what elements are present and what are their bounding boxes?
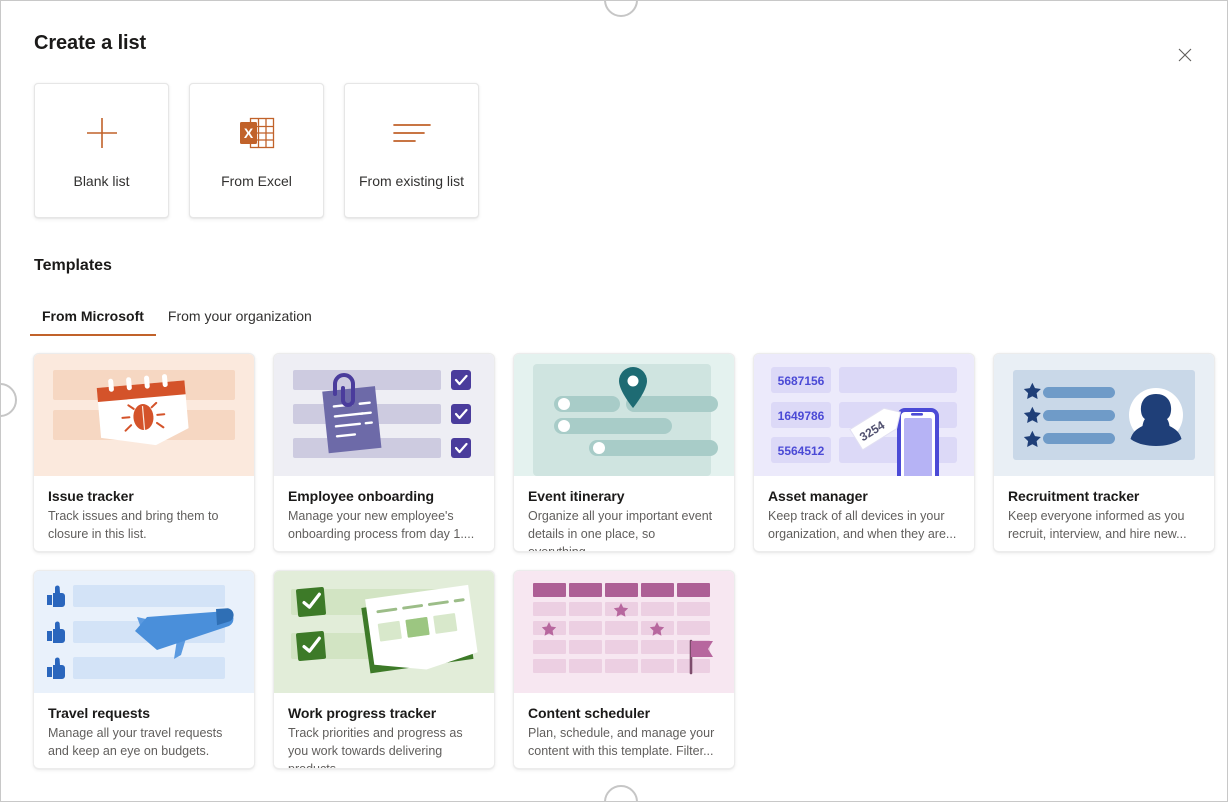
plus-icon bbox=[81, 113, 123, 153]
card-description: Track priorities and progress as you wor… bbox=[288, 726, 463, 769]
tab-from-your-organization[interactable]: From your organization bbox=[156, 304, 324, 336]
card-description: Plan, schedule, and manage your content … bbox=[528, 726, 715, 758]
asset-manager-illustration: 5687156 1649786 5564512 3254 bbox=[754, 354, 974, 476]
card-description: Manage all your travel requests and keep… bbox=[48, 726, 223, 758]
card-title: Issue tracker bbox=[48, 488, 134, 504]
template-card-travel-requests[interactable]: Travel requests Manage all your travel r… bbox=[33, 570, 255, 769]
asset-id-2: 1649786 bbox=[778, 409, 825, 423]
create-option-label: Blank list bbox=[73, 172, 130, 189]
asset-id-1: 5687156 bbox=[778, 374, 825, 388]
card-body: Employee onboarding Manage your new empl… bbox=[274, 476, 494, 551]
card-body: Issue tracker Track issues and bring the… bbox=[34, 476, 254, 551]
tab-label: From your organization bbox=[167, 308, 312, 324]
card-title: Recruitment tracker bbox=[1008, 488, 1140, 504]
card-description: Keep everyone informed as you recruit, i… bbox=[1008, 509, 1187, 541]
card-title: Work progress tracker bbox=[288, 705, 437, 721]
card-body: Recruitment tracker Keep everyone inform… bbox=[994, 476, 1214, 551]
list-lines-icon bbox=[390, 113, 434, 153]
page-title: Create a list bbox=[34, 32, 147, 54]
card-title: Employee onboarding bbox=[288, 488, 435, 504]
asset-id-3: 5564512 bbox=[778, 444, 825, 458]
create-option-label: From existing list bbox=[358, 172, 465, 189]
card-description: Keep track of all devices in your organi… bbox=[768, 509, 957, 541]
content-scheduler-illustration bbox=[514, 571, 734, 693]
card-body: Content scheduler Plan, schedule, and ma… bbox=[514, 693, 734, 768]
create-option-from-existing-list[interactable]: From existing list bbox=[344, 83, 479, 218]
card-body: Work progress tracker Track priorities a… bbox=[274, 693, 494, 769]
card-title: Content scheduler bbox=[528, 705, 651, 721]
employee-onboarding-illustration bbox=[274, 354, 494, 476]
event-itinerary-illustration bbox=[514, 354, 734, 476]
issue-tracker-illustration bbox=[34, 354, 254, 476]
create-option-blank-list[interactable]: Blank list bbox=[34, 83, 169, 218]
template-cards-grid: Issue tracker Track issues and bring the… bbox=[33, 353, 1215, 769]
excel-icon: X bbox=[237, 113, 277, 153]
create-option-label: From Excel bbox=[221, 172, 292, 189]
close-icon bbox=[1177, 47, 1193, 63]
template-card-content-scheduler[interactable]: Content scheduler Plan, schedule, and ma… bbox=[513, 570, 735, 769]
recruitment-tracker-illustration bbox=[994, 354, 1214, 476]
dialog-viewport: Create a list Blank list X From Excel Fr… bbox=[0, 0, 1228, 802]
work-progress-illustration bbox=[274, 571, 494, 693]
template-card-work-progress-tracker[interactable]: Work progress tracker Track priorities a… bbox=[273, 570, 495, 769]
template-card-asset-manager[interactable]: 5687156 1649786 5564512 3254 Asset manag… bbox=[753, 353, 975, 552]
tab-label: From Microsoft bbox=[42, 308, 144, 324]
card-description: Organize all your important event detail… bbox=[528, 509, 713, 552]
card-title: Asset manager bbox=[768, 488, 868, 504]
card-description: Track issues and bring them to closure i… bbox=[48, 509, 219, 541]
card-title: Event itinerary bbox=[528, 488, 625, 504]
tab-from-microsoft[interactable]: From Microsoft bbox=[30, 304, 156, 336]
card-description: Manage your new employee's onboarding pr… bbox=[288, 509, 475, 541]
template-card-issue-tracker[interactable]: Issue tracker Track issues and bring the… bbox=[33, 353, 255, 552]
create-list-dialog: Create a list Blank list X From Excel Fr… bbox=[2, 2, 1226, 800]
card-title: Travel requests bbox=[48, 705, 150, 721]
card-body: Event itinerary Organize all your import… bbox=[514, 476, 734, 552]
template-card-event-itinerary[interactable]: Event itinerary Organize all your import… bbox=[513, 353, 735, 552]
template-card-employee-onboarding[interactable]: Employee onboarding Manage your new empl… bbox=[273, 353, 495, 552]
close-button[interactable] bbox=[1170, 40, 1200, 70]
template-card-recruitment-tracker[interactable]: Recruitment tracker Keep everyone inform… bbox=[993, 353, 1215, 552]
travel-requests-illustration bbox=[34, 571, 254, 693]
card-body: Asset manager Keep track of all devices … bbox=[754, 476, 974, 551]
templates-heading: Templates bbox=[34, 257, 112, 274]
svg-text:X: X bbox=[243, 125, 253, 141]
create-option-from-excel[interactable]: X From Excel bbox=[189, 83, 324, 218]
templates-tabs: From Microsoft From your organization bbox=[30, 304, 324, 336]
card-body: Travel requests Manage all your travel r… bbox=[34, 693, 254, 768]
dialog-header: Create a list bbox=[34, 32, 1198, 70]
create-options-row: Blank list X From Excel From existing li… bbox=[34, 83, 479, 218]
